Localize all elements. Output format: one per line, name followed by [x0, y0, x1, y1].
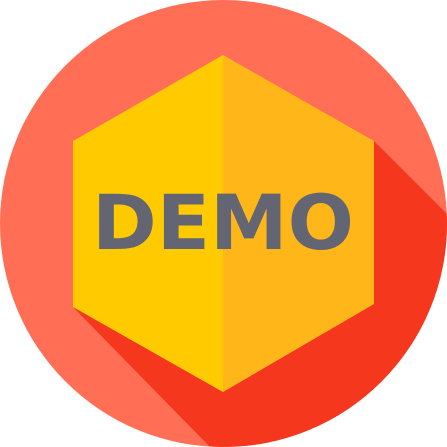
demo-badge-graphic: DEMO [0, 0, 447, 447]
demo-label: DEMO [92, 178, 354, 267]
demo-badge-icon: DEMO [0, 0, 447, 447]
